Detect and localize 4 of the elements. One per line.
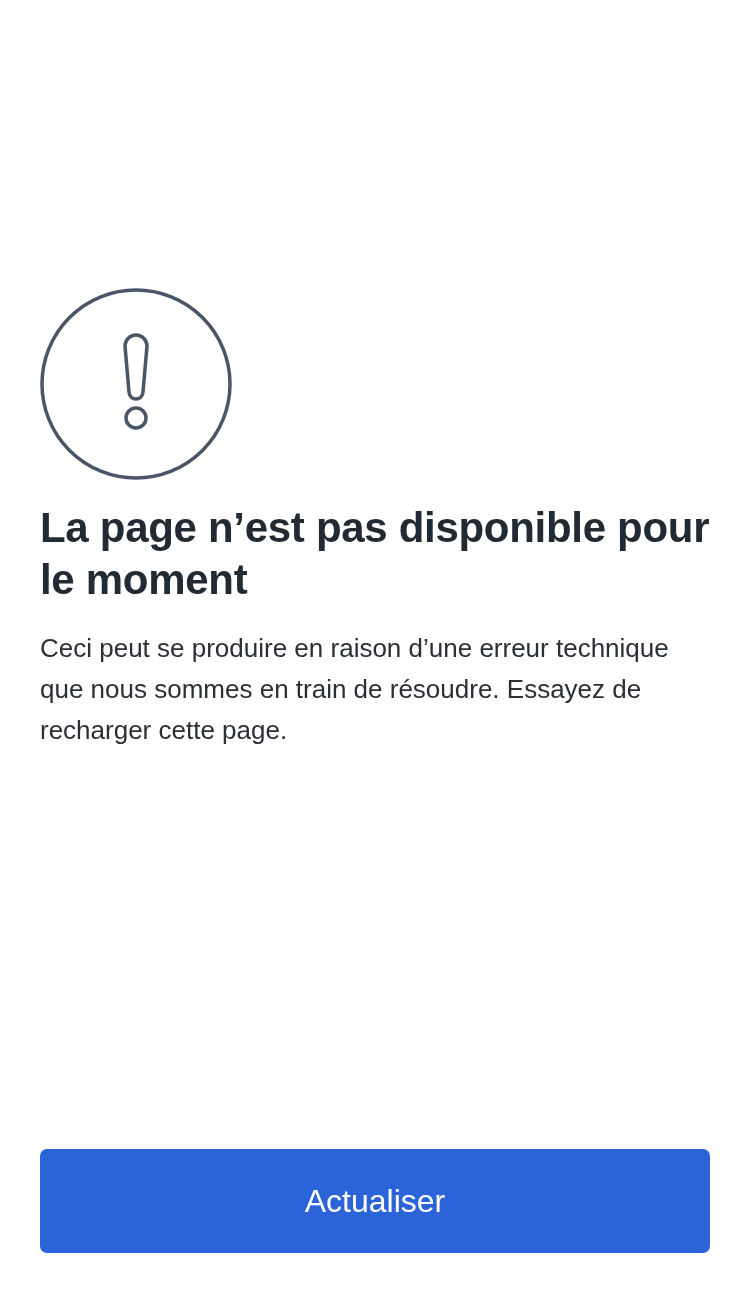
refresh-button[interactable]: Actualiser <box>40 1149 710 1253</box>
error-title: La page n’est pas disponible pour le moment <box>40 503 710 605</box>
error-message: Ceci peut se produire en raison d’une erreur technique que nous sommes en train de résoudre. Essayez de recharger cette page. <box>40 632 670 747</box>
warning-icon <box>40 288 232 480</box>
